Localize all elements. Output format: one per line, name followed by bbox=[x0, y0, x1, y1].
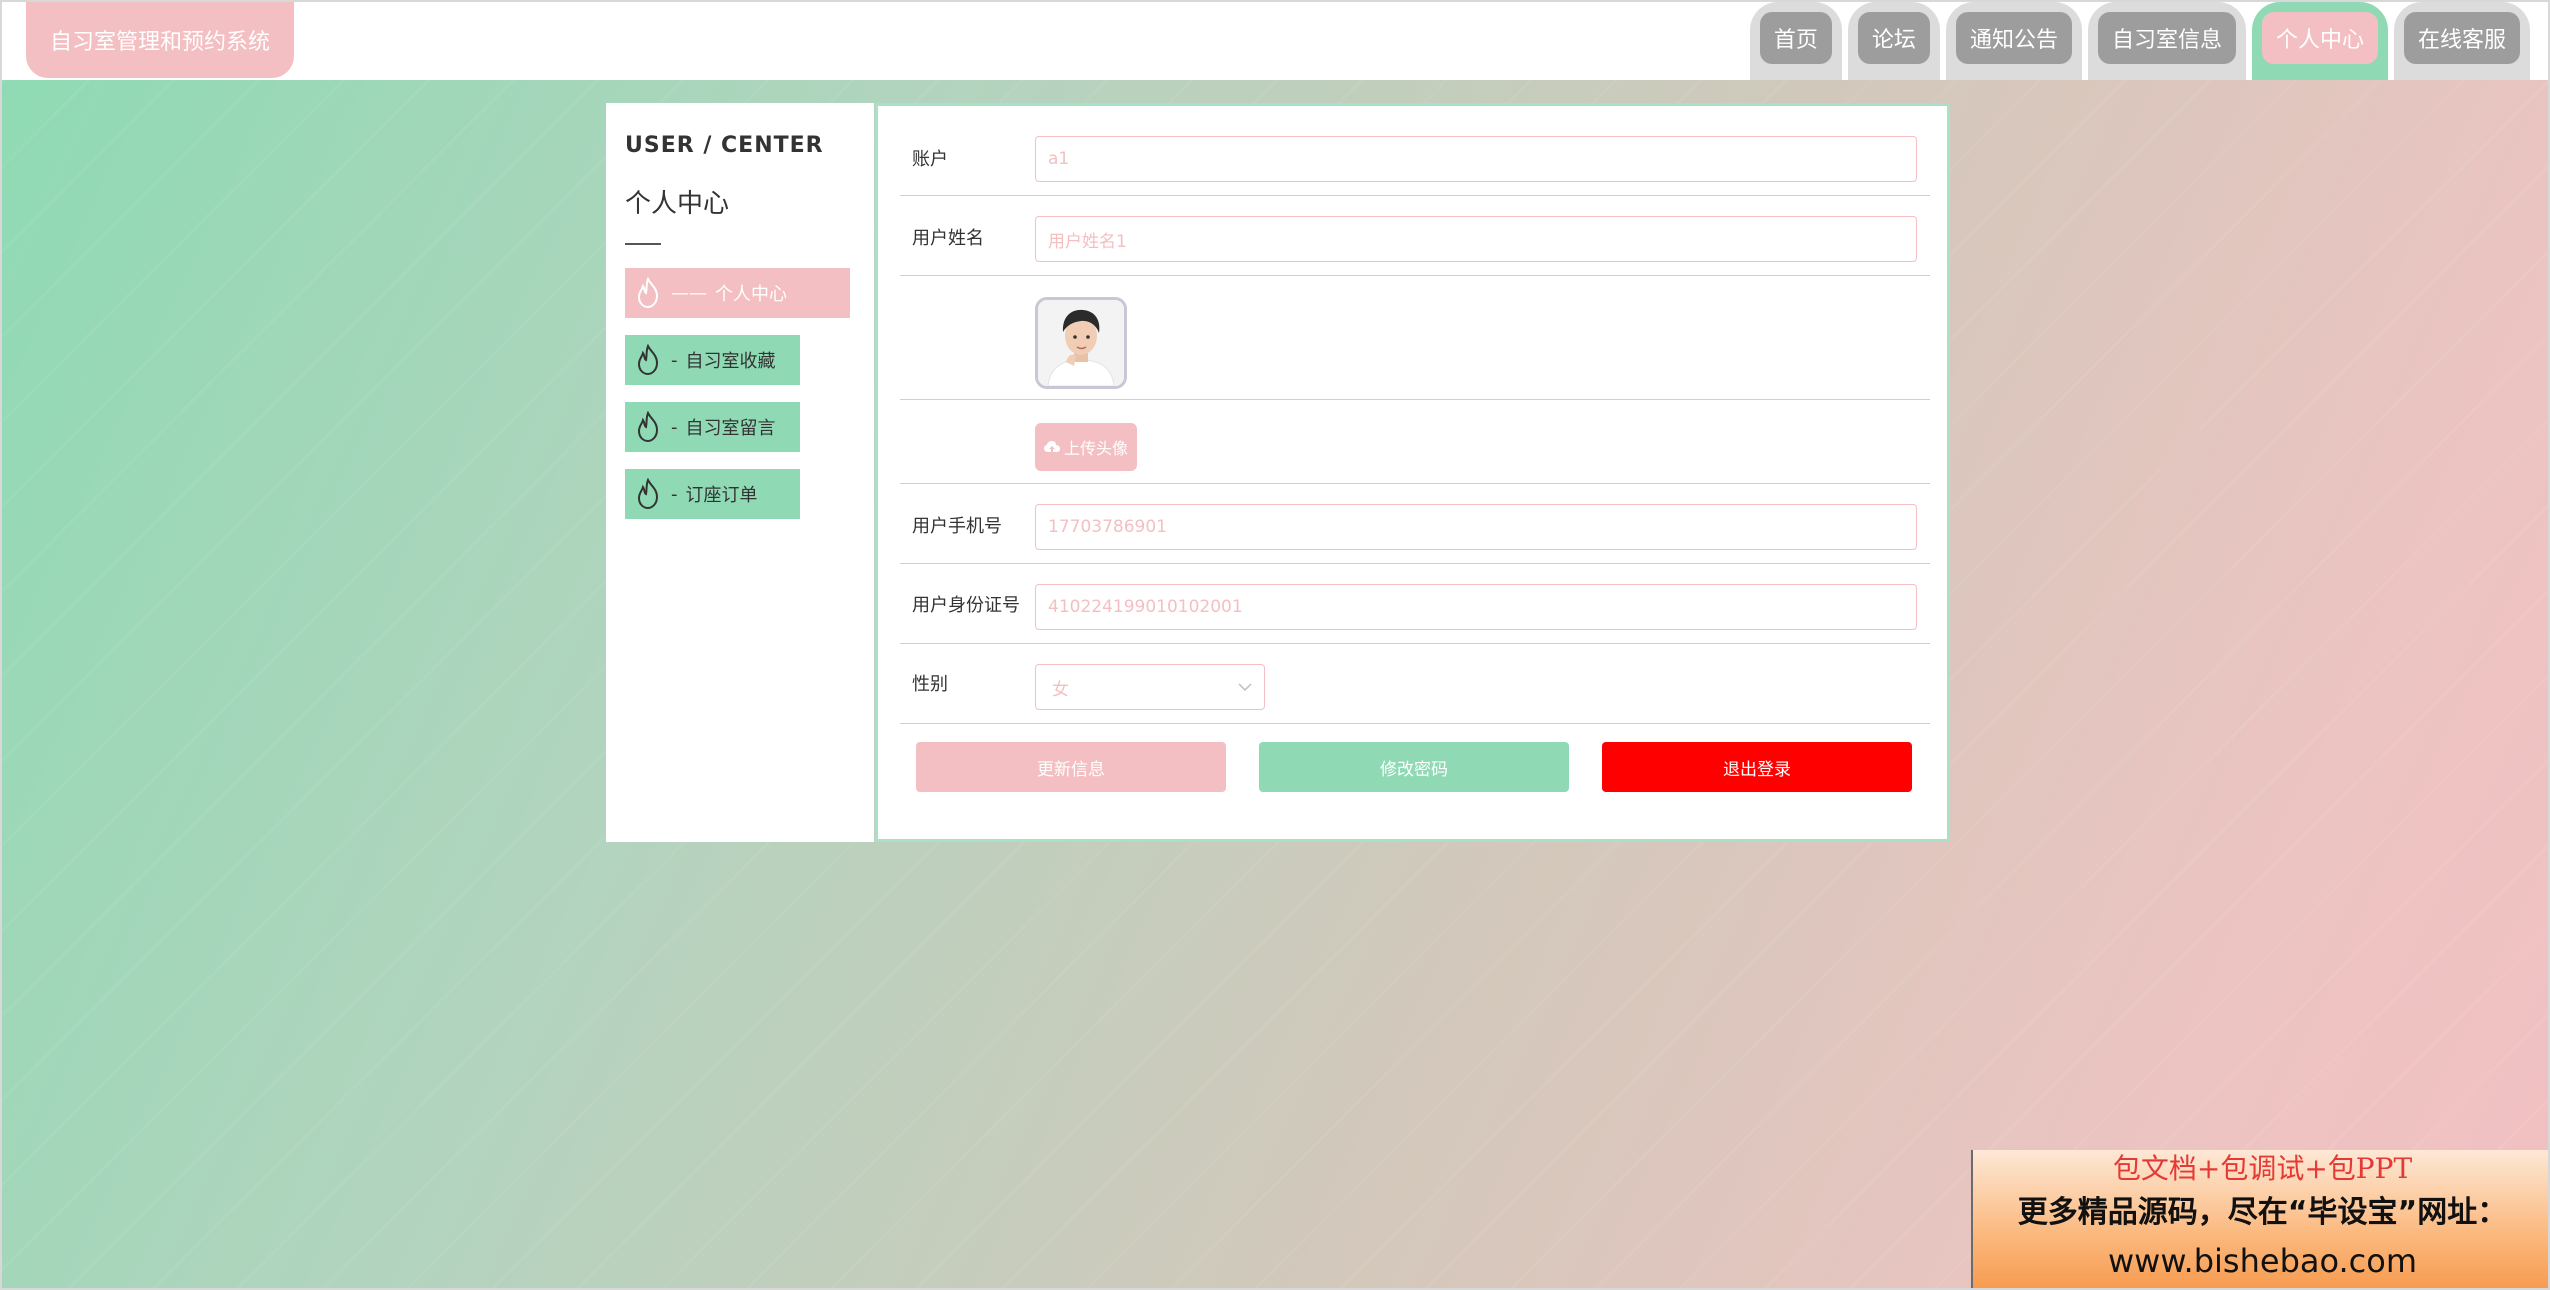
change-password-button[interactable]: 修改密码 bbox=[1259, 742, 1569, 792]
nav-label: 通知公告 bbox=[1955, 12, 2072, 64]
avatar-image bbox=[1038, 300, 1124, 386]
menu-dash: - bbox=[671, 349, 678, 371]
nav-label: 在线客服 bbox=[2403, 12, 2520, 64]
nav-item-forum[interactable]: 论坛 bbox=[1847, 2, 1940, 80]
name-row: 用户姓名 用户姓名1 bbox=[900, 197, 1930, 276]
user-center-sidebar: USER / CENTER 个人中心 —— 个人中心 - 自习室收藏 - 自习室… bbox=[606, 103, 874, 842]
sidebar-item-favorites[interactable]: - 自习室收藏 bbox=[625, 335, 800, 385]
nav-item-room-info[interactable]: 自习室信息 bbox=[2087, 2, 2246, 80]
promo-banner[interactable]: 包文档+包调试+包PPT 更多精品源码，尽在“毕设宝”网址： www.bishe… bbox=[1971, 1150, 2548, 1288]
menu-dash: - bbox=[671, 483, 678, 505]
logout-button[interactable]: 退出登录 bbox=[1602, 742, 1912, 792]
idcard-input[interactable]: 410224199010102001 bbox=[1035, 584, 1917, 630]
name-input[interactable]: 用户姓名1 bbox=[1035, 216, 1917, 262]
flame-icon bbox=[637, 344, 659, 376]
menu-dash: —— bbox=[671, 282, 707, 304]
avatar-row bbox=[900, 277, 1930, 400]
sidebar-divider bbox=[625, 243, 661, 245]
nav-item-online-service[interactable]: 在线客服 bbox=[2393, 2, 2530, 80]
nav-item-home[interactable]: 首页 bbox=[1749, 2, 1842, 80]
promo-line-2: 更多精品源码，尽在“毕设宝”网址： bbox=[2017, 1195, 2508, 1230]
nav-label: 论坛 bbox=[1857, 12, 1930, 64]
sidebar-title-cn: 个人中心 bbox=[625, 189, 730, 219]
gender-label: 性别 bbox=[912, 674, 948, 695]
promo-line-1: 包文档+包调试+包PPT bbox=[2112, 1152, 2413, 1185]
top-header: 自习室管理和预约系统 首页 论坛 通知公告 自习室信息 个人中心 在线客服 bbox=[2, 2, 2548, 80]
nav-label: 个人中心 bbox=[2261, 12, 2378, 64]
gender-value: 女 bbox=[1052, 679, 1069, 700]
sidebar-item-messages[interactable]: - 自习室留言 bbox=[625, 402, 800, 452]
account-label: 账户 bbox=[912, 149, 948, 170]
upload-avatar-label: 上传头像 bbox=[1063, 439, 1128, 458]
sidebar-title-en: USER / CENTER bbox=[625, 133, 824, 158]
avatar bbox=[1035, 297, 1127, 389]
brand-title[interactable]: 自习室管理和预约系统 bbox=[26, 2, 294, 78]
sidebar-item-user-center[interactable]: —— 个人中心 bbox=[625, 268, 850, 318]
idcard-label: 用户身份证号 bbox=[912, 595, 1020, 616]
sidebar-item-orders[interactable]: - 订座订单 bbox=[625, 469, 800, 519]
idcard-row: 用户身份证号 410224199010102001 bbox=[900, 565, 1930, 644]
main-nav: 首页 论坛 通知公告 自习室信息 个人中心 在线客服 bbox=[1749, 2, 2530, 80]
nav-label: 首页 bbox=[1759, 12, 1832, 64]
sidebar-item-label: 订座订单 bbox=[685, 485, 758, 506]
upload-row: 上传头像 bbox=[900, 401, 1930, 484]
gender-row: 性别 女 bbox=[900, 645, 1930, 724]
flame-icon bbox=[637, 411, 659, 443]
gender-select[interactable]: 女 bbox=[1035, 664, 1265, 710]
user-info-form: 账户 a1 用户姓名 用户姓名1 上传头像 用户手机号 17703786901 … bbox=[875, 103, 1950, 842]
account-input[interactable]: a1 bbox=[1035, 136, 1917, 182]
promo-url: www.bishebao.com bbox=[2107, 1242, 2418, 1280]
phone-row: 用户手机号 17703786901 bbox=[900, 485, 1930, 564]
sidebar-item-label: 自习室留言 bbox=[685, 418, 776, 439]
nav-label: 自习室信息 bbox=[2097, 12, 2236, 64]
phone-input[interactable]: 17703786901 bbox=[1035, 504, 1917, 550]
chevron-down-icon bbox=[1238, 682, 1252, 691]
nav-item-user-center[interactable]: 个人中心 bbox=[2251, 2, 2388, 80]
name-label: 用户姓名 bbox=[912, 228, 984, 249]
browser-frame: 自习室管理和预约系统 首页 论坛 通知公告 自习室信息 个人中心 在线客服 US… bbox=[0, 0, 2550, 1290]
update-info-button[interactable]: 更新信息 bbox=[916, 742, 1226, 792]
sidebar-item-label: 自习室收藏 bbox=[685, 351, 776, 372]
cloud-upload-icon bbox=[1043, 441, 1060, 452]
upload-avatar-button[interactable]: 上传头像 bbox=[1035, 423, 1137, 471]
account-row: 账户 a1 bbox=[900, 118, 1930, 196]
flame-icon bbox=[637, 478, 659, 510]
menu-dash: - bbox=[671, 416, 678, 438]
flame-icon bbox=[637, 277, 659, 309]
nav-item-notice[interactable]: 通知公告 bbox=[1945, 2, 2082, 80]
phone-label: 用户手机号 bbox=[912, 516, 1002, 537]
sidebar-item-label: 个人中心 bbox=[715, 284, 787, 305]
